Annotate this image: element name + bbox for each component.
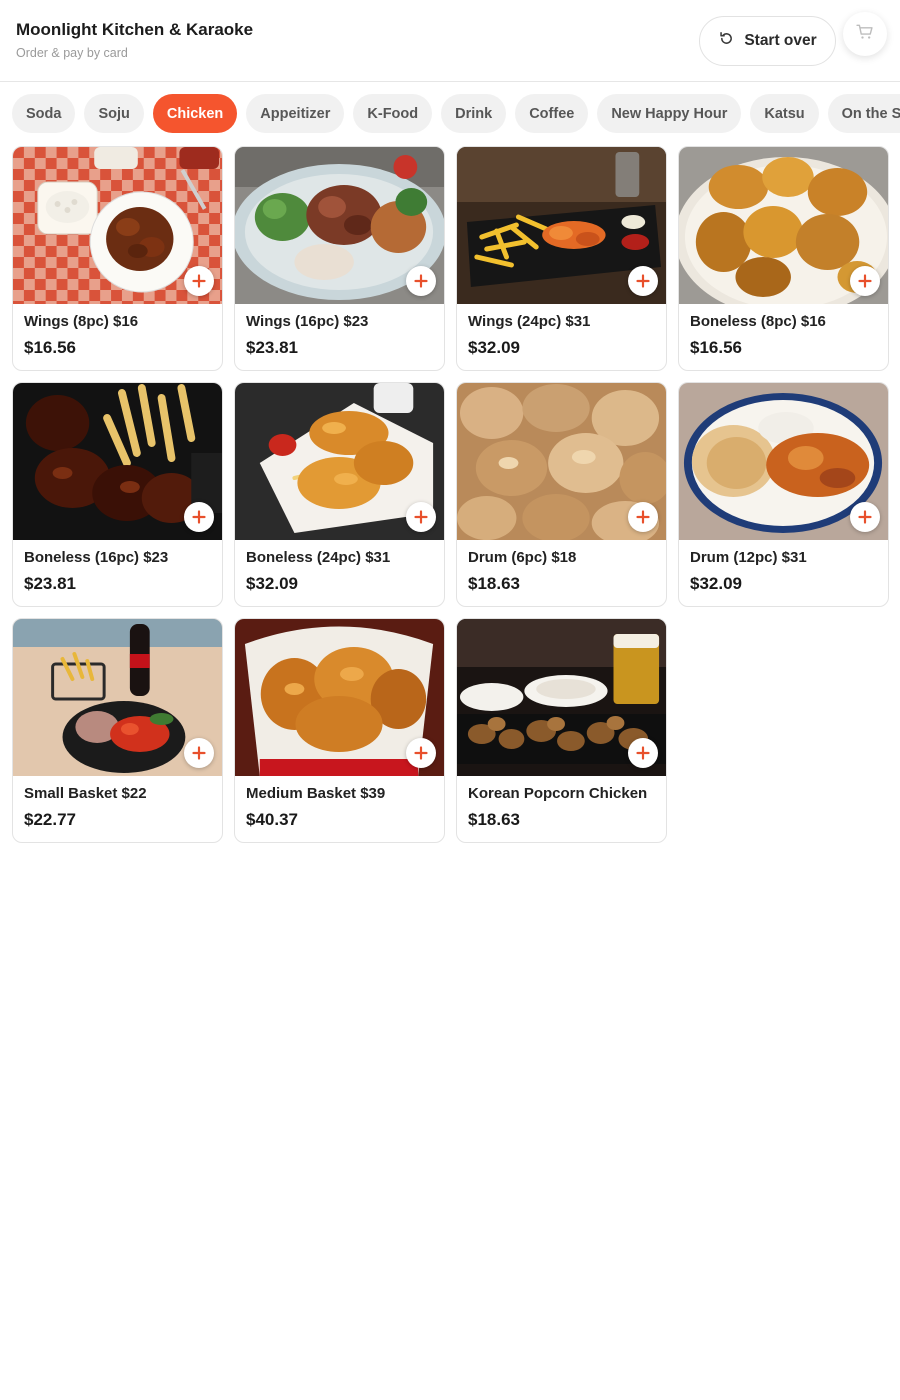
menu-item-price: $40.37 — [246, 810, 298, 829]
plus-icon — [636, 746, 650, 760]
menu-item-card[interactable]: Wings (16pc) $23 $23.81 — [234, 146, 445, 371]
menu-item-name: Wings (8pc) $16 — [24, 313, 139, 330]
menu-item-card[interactable]: Boneless (8pc) $16 $16.56 — [678, 146, 889, 371]
menu-item-card[interactable]: Wings (24pc) $31 $32.09 — [456, 146, 667, 371]
plus-icon — [414, 746, 428, 760]
cart-button[interactable] — [843, 12, 887, 56]
menu-item-photo — [679, 147, 888, 304]
plus-icon — [858, 274, 872, 288]
menu-item-name: Boneless (8pc) $16 — [690, 313, 826, 330]
tab-label: New Happy Hour — [611, 105, 728, 122]
add-to-cart-button[interactable] — [628, 502, 658, 532]
brand: Moonlight Kitchen & Karaoke Order & pay … — [16, 20, 253, 60]
tab-label: Drink — [455, 105, 493, 122]
menu-item-photo — [679, 383, 888, 540]
tab-label: Coffee — [529, 105, 575, 122]
menu-item-photo — [13, 619, 222, 776]
menu-item-price: $32.09 — [246, 574, 298, 593]
tab-label: K-Food — [367, 105, 419, 122]
menu-item-price: $32.09 — [690, 574, 742, 593]
add-to-cart-button[interactable] — [184, 266, 214, 296]
add-to-cart-button[interactable] — [184, 502, 214, 532]
menu-item-price: $18.63 — [468, 810, 520, 829]
tab-drink[interactable]: Drink — [441, 94, 507, 133]
menu-item-price: $23.81 — [246, 338, 298, 357]
menu-item-name: Small Basket $22 — [24, 785, 147, 802]
tab-label: Soda — [26, 105, 62, 122]
menu-item-photo — [235, 619, 444, 776]
tab-label: Soju — [98, 105, 130, 122]
add-to-cart-button[interactable] — [184, 738, 214, 768]
add-to-cart-button[interactable] — [628, 738, 658, 768]
tab-coffee[interactable]: Coffee — [515, 94, 589, 133]
menu-grid: Wings (8pc) $16 $16.56 Wings (16pc) $23 … — [12, 146, 889, 843]
tab-new-happy-hour[interactable]: New Happy Hour — [597, 94, 742, 133]
tab-on-the-side[interactable]: On the Side — [827, 94, 900, 133]
menu-item-photo — [13, 383, 222, 540]
menu-item-photo — [13, 147, 222, 304]
plus-icon — [414, 274, 428, 288]
menu-item-card[interactable]: Drum (6pc) $18 $18.63 — [456, 382, 667, 607]
menu-item-photo — [457, 383, 666, 540]
menu-item-name: Wings (24pc) $31 — [468, 313, 591, 330]
menu-item-price: $16.56 — [690, 338, 742, 357]
restaurant-title: Moonlight Kitchen & Karaoke — [16, 20, 254, 39]
menu-item-card[interactable]: Boneless (16pc) $23 $23.81 — [12, 382, 223, 607]
menu-item-card[interactable]: Boneless (24pc) $31 $32.09 — [234, 382, 445, 607]
tab-label: Chicken — [166, 105, 224, 122]
header: Moonlight Kitchen & Karaoke Order & pay … — [0, 0, 900, 82]
menu-item-photo — [457, 147, 666, 304]
tab-label: Appeitizer — [260, 105, 331, 122]
plus-icon — [858, 510, 872, 524]
add-to-cart-button[interactable] — [406, 502, 436, 532]
menu-item-card[interactable]: Korean Popcorn Chicken $18.63 — [456, 618, 667, 843]
plus-icon — [414, 510, 428, 524]
start-over-label: Start over — [744, 32, 817, 49]
menu-item-name: Boneless (16pc) $23 — [24, 549, 169, 566]
category-tabs: Soda Soju Chicken Appeitizer K-Food Drin… — [12, 94, 900, 134]
menu-item-name: Wings (16pc) $23 — [246, 313, 369, 330]
menu-item-price: $23.81 — [24, 574, 76, 593]
add-to-cart-button[interactable] — [628, 266, 658, 296]
menu-item-name: Boneless (24pc) $31 — [246, 549, 391, 566]
menu-item-photo — [235, 147, 444, 304]
tab-katsu[interactable]: Katsu — [750, 94, 819, 133]
add-to-cart-button[interactable] — [406, 738, 436, 768]
menu-item-name: Medium Basket $39 — [246, 785, 386, 802]
tab-k-food[interactable]: K-Food — [353, 94, 433, 133]
plus-icon — [636, 274, 650, 288]
add-to-cart-button[interactable] — [850, 502, 880, 532]
menu-item-name: Drum (6pc) $18 — [468, 549, 577, 566]
plus-icon — [192, 510, 206, 524]
add-to-cart-button[interactable] — [850, 266, 880, 296]
plus-icon — [192, 746, 206, 760]
restaurant-subtitle: Order & pay by card — [16, 46, 128, 60]
plus-icon — [192, 274, 206, 288]
menu-item-card[interactable]: Small Basket $22 $22.77 — [12, 618, 223, 843]
cart-icon — [855, 22, 875, 47]
menu-item-card[interactable]: Wings (8pc) $16 $16.56 — [12, 146, 223, 371]
tab-soda[interactable]: Soda — [12, 94, 76, 133]
menu-item-name: Drum (12pc) $31 — [690, 549, 807, 566]
menu-item-price: $16.56 — [24, 338, 76, 357]
menu-item-card[interactable]: Drum (12pc) $31 $32.09 — [678, 382, 889, 607]
tab-appeitizer[interactable]: Appeitizer — [246, 94, 345, 133]
menu-item-price: $18.63 — [468, 574, 520, 593]
menu-item-price: $22.77 — [24, 810, 76, 829]
menu-item-name: Korean Popcorn Chicken — [468, 785, 648, 802]
tab-chicken[interactable]: Chicken — [152, 94, 238, 133]
add-to-cart-button[interactable] — [406, 266, 436, 296]
tab-soju[interactable]: Soju — [84, 94, 144, 133]
menu-item-photo — [235, 383, 444, 540]
menu-item-card[interactable]: Medium Basket $39 $40.37 — [234, 618, 445, 843]
tab-label: On the Side — [841, 105, 900, 122]
menu-item-price: $32.09 — [468, 338, 520, 357]
plus-icon — [636, 510, 650, 524]
tab-label: Katsu — [764, 105, 805, 122]
menu-item-photo — [457, 619, 666, 776]
restart-icon — [718, 30, 735, 52]
start-over-button[interactable]: Start over — [699, 16, 836, 66]
